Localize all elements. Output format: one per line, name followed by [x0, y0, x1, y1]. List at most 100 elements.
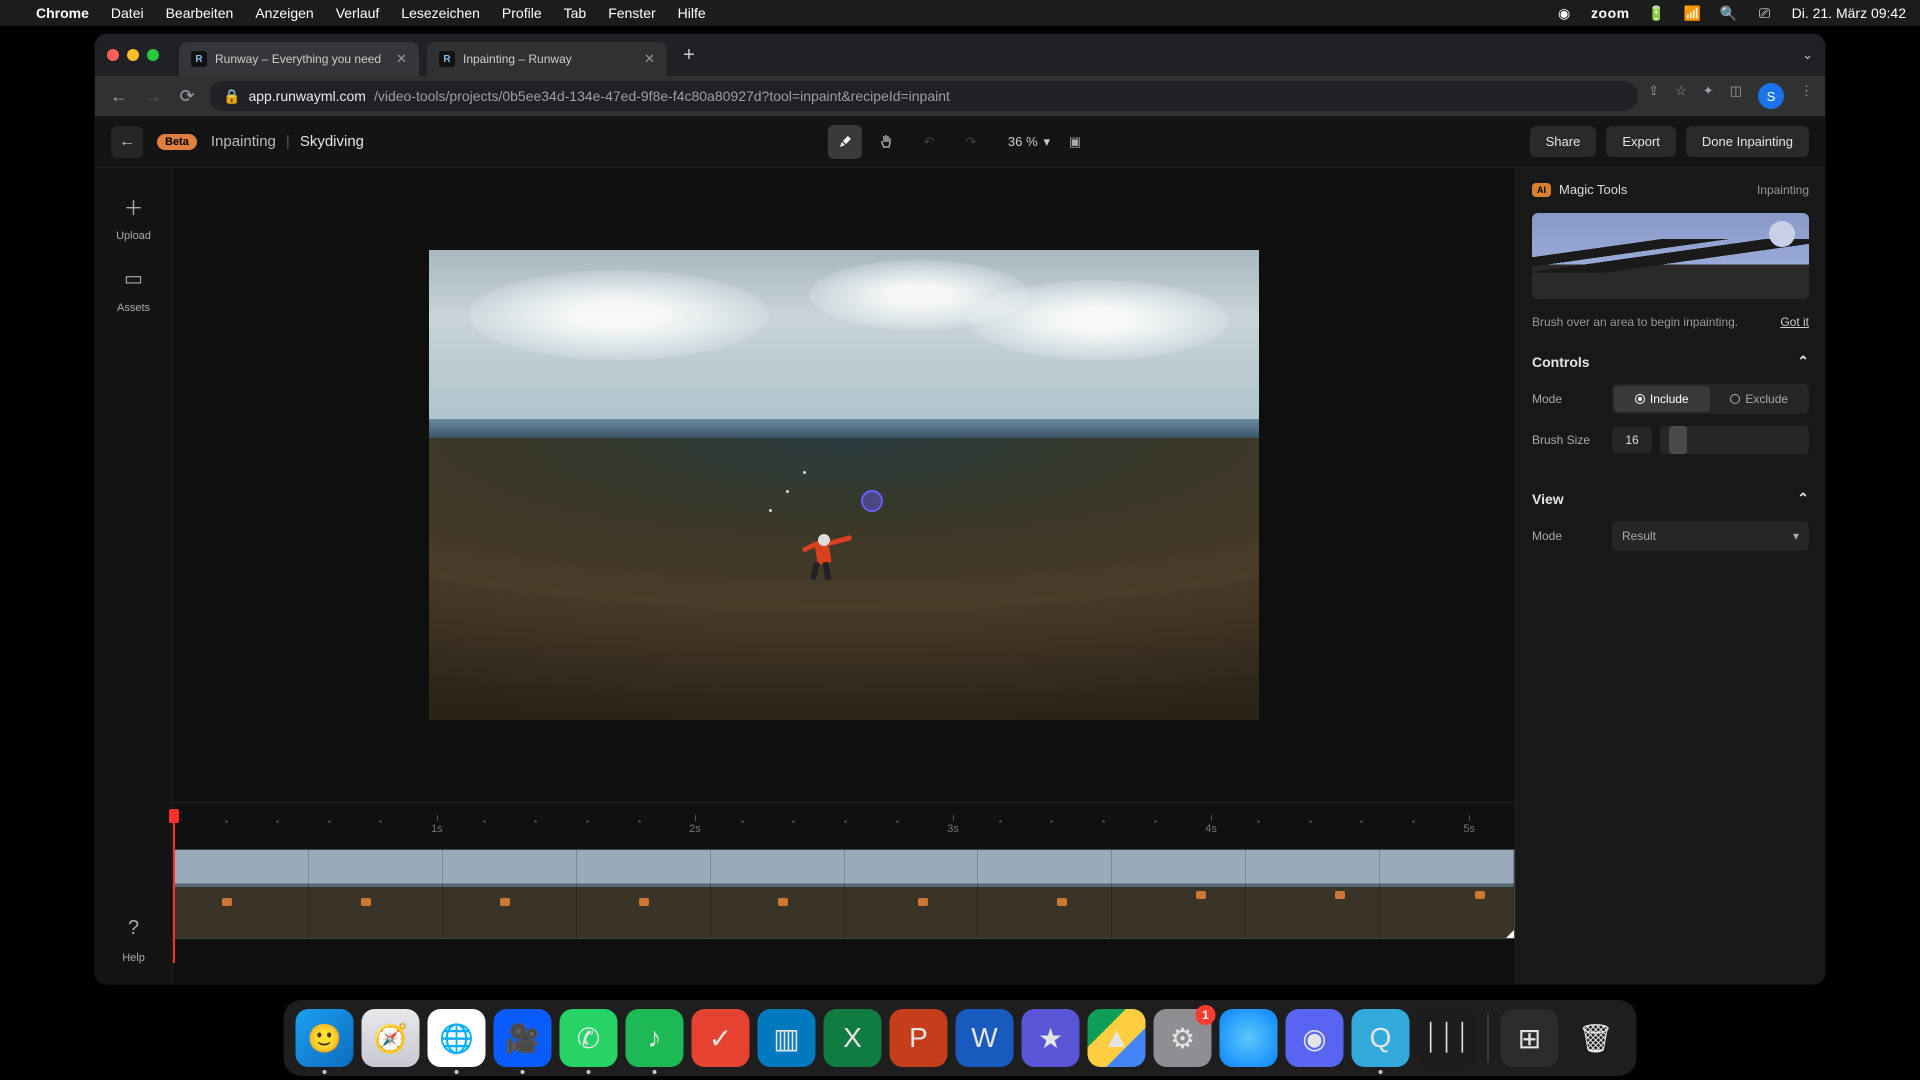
menu-datei[interactable]: Datei [111, 5, 144, 21]
menubar-clock[interactable]: Di. 21. März 09:42 [1792, 5, 1906, 21]
address-bar[interactable]: 🔒 app.runwayml.com/video-tools/projects/… [209, 81, 1638, 111]
video-frame[interactable] [429, 250, 1259, 720]
undo-button[interactable]: ↶ [912, 125, 946, 159]
nav-reload-button[interactable]: ⟳ [175, 86, 199, 107]
extensions-icon[interactable]: ✦ [1703, 83, 1714, 109]
timeline-thumb[interactable] [711, 850, 845, 938]
done-inpainting-button[interactable]: Done Inpainting [1686, 126, 1809, 157]
zoom-menubar-label[interactable]: zoom [1591, 5, 1630, 21]
dock-app-word[interactable]: W [956, 1009, 1014, 1067]
spotlight-icon[interactable]: 🔍 [1720, 4, 1738, 22]
mode-exclude-option[interactable]: Exclude [1712, 386, 1808, 412]
timeline-thumb[interactable] [175, 850, 309, 938]
help-icon: ? [116, 910, 152, 946]
dock-app-todoist[interactable]: ✓ [692, 1009, 750, 1067]
brush-cursor [861, 490, 883, 512]
app-back-button[interactable]: ← [111, 126, 143, 158]
dock-app-zoom[interactable]: 🎥 [494, 1009, 552, 1067]
timeline-thumb[interactable] [978, 850, 1112, 938]
playhead[interactable] [173, 813, 175, 963]
dock-app-powerpoint[interactable]: P [890, 1009, 948, 1067]
dock-app-app-blue[interactable] [1220, 1009, 1278, 1067]
view-header[interactable]: View ⌃ [1532, 490, 1809, 507]
browser-tab-1[interactable]: R Runway – Everything you need ✕ [179, 42, 419, 76]
menu-fenster[interactable]: Fenster [608, 5, 655, 21]
view-mode-select[interactable]: Result ▾ [1612, 521, 1809, 551]
active-app-name[interactable]: Chrome [36, 5, 89, 21]
dock-app-finder[interactable]: 🙂 [296, 1009, 354, 1067]
share-button[interactable]: Share [1530, 126, 1597, 157]
window-fullscreen-button[interactable] [147, 49, 159, 61]
redo-button[interactable]: ↷ [954, 125, 988, 159]
dock-app-voice-memos[interactable]: ⏐⏐⏐ [1418, 1009, 1476, 1067]
timeline-thumb[interactable] [1380, 850, 1514, 938]
dock-app-trello[interactable]: ▥ [758, 1009, 816, 1067]
sidebar-assets[interactable]: ▭ Assets [116, 260, 152, 314]
brush-size-input[interactable] [1612, 427, 1652, 453]
got-it-link[interactable]: Got it [1780, 315, 1809, 329]
tab-favicon-icon: R [439, 51, 455, 67]
new-tab-button[interactable]: + [675, 44, 703, 67]
menu-verlauf[interactable]: Verlauf [336, 5, 380, 21]
canvas-viewport[interactable] [173, 168, 1515, 802]
timeline-thumb[interactable] [443, 850, 577, 938]
tab-overflow-icon[interactable]: ⌄ [1802, 47, 1813, 63]
dock-app-whatsapp[interactable]: ✆ [560, 1009, 618, 1067]
dock-app-safari[interactable]: 🧭 [362, 1009, 420, 1067]
dock-app-trash[interactable]: 🗑 [1567, 1009, 1625, 1067]
menu-tab[interactable]: Tab [564, 5, 587, 21]
battery-icon[interactable]: 🔋 [1648, 4, 1666, 22]
share-page-icon[interactable]: ⇪ [1648, 83, 1659, 109]
dock-app-excel[interactable]: X [824, 1009, 882, 1067]
menu-lesezeichen[interactable]: Lesezeichen [401, 5, 480, 21]
dock-app-quicktime[interactable]: Q [1352, 1009, 1410, 1067]
wifi-icon[interactable]: 📶 [1684, 4, 1702, 22]
ruler-tick: 4s [1205, 823, 1217, 835]
browser-tab-2[interactable]: R Inpainting – Runway ✕ [427, 42, 667, 76]
export-button[interactable]: Export [1606, 126, 1676, 157]
brush-tool-button[interactable] [828, 125, 862, 159]
menu-hilfe[interactable]: Hilfe [678, 5, 706, 21]
magic-tools-header[interactable]: AI Magic Tools [1532, 182, 1627, 197]
timeline-thumb[interactable] [1112, 850, 1246, 938]
sidebar-help[interactable]: ? Help [116, 910, 152, 964]
breadcrumb-tool: Inpainting [211, 133, 276, 150]
timeline-ruler[interactable]: 1s2s3s4s5s [173, 823, 1515, 843]
menu-bearbeiten[interactable]: Bearbeiten [166, 5, 234, 21]
timeline-thumb[interactable] [309, 850, 443, 938]
dock-app-imovie[interactable]: ★ [1022, 1009, 1080, 1067]
chrome-menu-icon[interactable]: ⋮ [1800, 83, 1813, 109]
clip-thumbstrip[interactable] [173, 849, 1515, 939]
tab-close-icon[interactable]: ✕ [644, 51, 655, 67]
dock-app-discord[interactable]: ◉ [1286, 1009, 1344, 1067]
compare-view-button[interactable]: ▣ [1058, 125, 1092, 159]
bookmark-icon[interactable]: ☆ [1675, 83, 1687, 109]
window-close-button[interactable] [107, 49, 119, 61]
window-minimize-button[interactable] [127, 49, 139, 61]
controls-header[interactable]: Controls ⌃ [1532, 353, 1809, 370]
mode-include-option[interactable]: Include [1614, 386, 1710, 412]
nav-back-button[interactable]: ← [107, 86, 131, 107]
zoom-level-dropdown[interactable]: 36 % ▾ [1008, 134, 1050, 150]
timeline-thumb[interactable] [577, 850, 711, 938]
dock-app-settings[interactable]: ⚙1 [1154, 1009, 1212, 1067]
slider-thumb[interactable] [1669, 426, 1687, 454]
menu-profile[interactable]: Profile [502, 5, 542, 21]
sidebar-upload[interactable]: ＋ Upload [116, 188, 152, 242]
profile-avatar[interactable]: S [1758, 83, 1784, 109]
nav-forward-button[interactable]: → [141, 86, 165, 107]
inpaint-preview-thumb [1532, 213, 1809, 299]
brush-size-slider[interactable] [1660, 426, 1809, 454]
dock-app-chrome[interactable]: 🌐 [428, 1009, 486, 1067]
dock-app-drive[interactable]: ▲ [1088, 1009, 1146, 1067]
timeline-thumb[interactable] [845, 850, 979, 938]
menu-anzeigen[interactable]: Anzeigen [255, 5, 313, 21]
dock-app-spotify[interactable]: ♪ [626, 1009, 684, 1067]
control-center-icon[interactable]: ⎚ [1756, 4, 1774, 22]
record-icon[interactable]: ◉ [1555, 4, 1573, 22]
tab-close-icon[interactable]: ✕ [396, 51, 407, 67]
hand-tool-button[interactable] [870, 125, 904, 159]
dock-app-calculator[interactable]: ⊞ [1501, 1009, 1559, 1067]
timeline-thumb[interactable] [1246, 850, 1380, 938]
sidepanel-icon[interactable]: ◫ [1730, 83, 1742, 109]
